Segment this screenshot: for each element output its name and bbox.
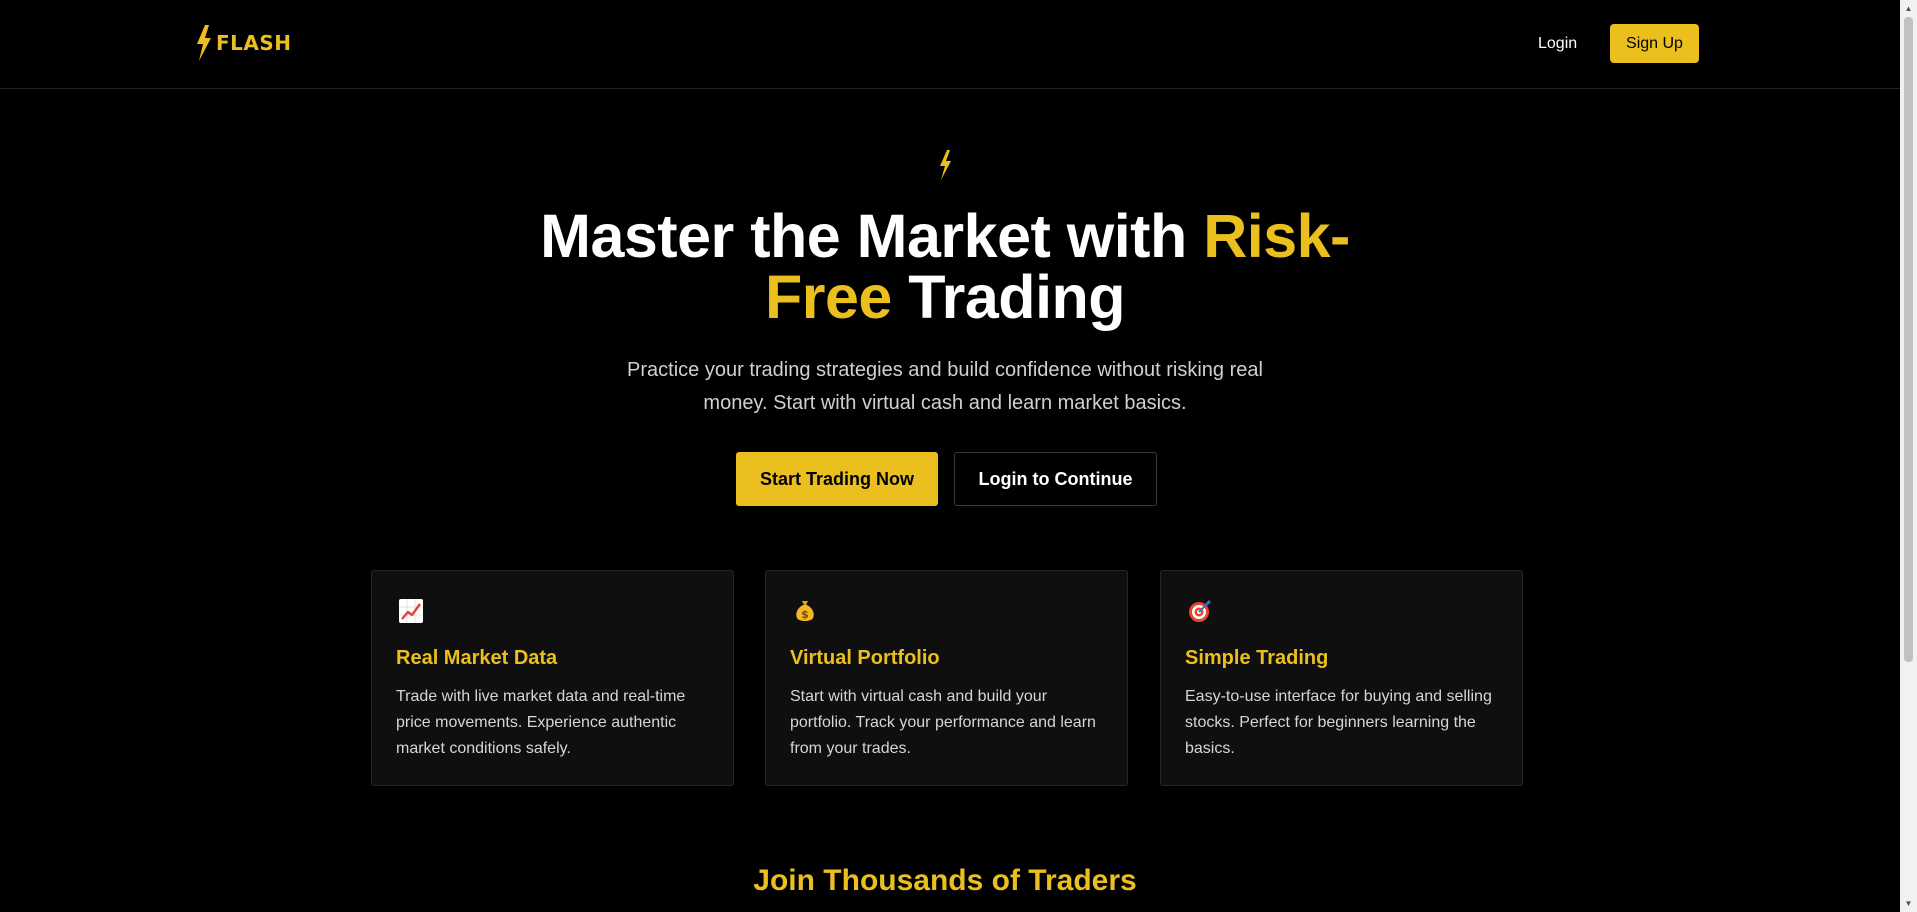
lightning-bolt-icon [940, 150, 951, 180]
feature-description: Easy-to-use interface for buying and sel… [1185, 688, 1492, 757]
svg-text:$: $ [801, 608, 809, 621]
hero-title-text: Master the Market with [540, 202, 1204, 270]
money-bag-icon: $ [796, 601, 814, 621]
lightning-bolt-icon [197, 25, 211, 61]
hero-subtitle: Practice your trading strategies and bui… [627, 359, 1263, 414]
feature-title: Virtual Portfolio [790, 647, 940, 669]
feature-card-real-market-data: Real Market Data Trade with live market … [371, 570, 734, 786]
landing-page: FLASH Login Sign Up Master the Market wi… [0, 0, 1917, 912]
target-icon [1189, 600, 1211, 622]
brand-logo[interactable]: FLASH [195, 25, 292, 61]
vertical-scrollbar[interactable]: ▲ ▼ [1900, 0, 1917, 912]
top-navbar: FLASH Login Sign Up [0, 0, 1900, 89]
hero-title-accent: Risk- [1203, 202, 1350, 270]
start-trading-button[interactable]: Start Trading Now [736, 452, 938, 506]
feature-card-simple-trading: Simple Trading Easy-to-use interface for… [1160, 570, 1523, 786]
hero-title-text: Trading [891, 263, 1126, 331]
feature-title: Simple Trading [1185, 647, 1329, 669]
signup-button[interactable]: Sign Up [1610, 24, 1699, 63]
feature-title: Real Market Data [396, 647, 558, 669]
login-to-continue-button[interactable]: Login to Continue [954, 452, 1157, 506]
scrollbar-thumb[interactable] [1904, 17, 1913, 662]
hero-title: Master the Market with Risk- Free Trading [490, 206, 1400, 328]
feature-card-virtual-portfolio: $ Virtual Portfolio Start with virtual c… [765, 570, 1128, 786]
chart-increasing-icon [399, 599, 423, 623]
feature-description: Trade with live market data and real-tim… [396, 688, 686, 757]
hero-title-accent: Free [764, 263, 892, 331]
scroll-up-icon[interactable]: ▲ [1900, 0, 1917, 17]
brand-name: FLASH [216, 31, 292, 55]
feature-description: Start with virtual cash and build your p… [790, 688, 1096, 757]
login-link[interactable]: Login [1523, 24, 1592, 63]
scroll-down-icon[interactable]: ▼ [1900, 895, 1917, 912]
join-section-title: Join Thousands of Traders [753, 864, 1137, 897]
